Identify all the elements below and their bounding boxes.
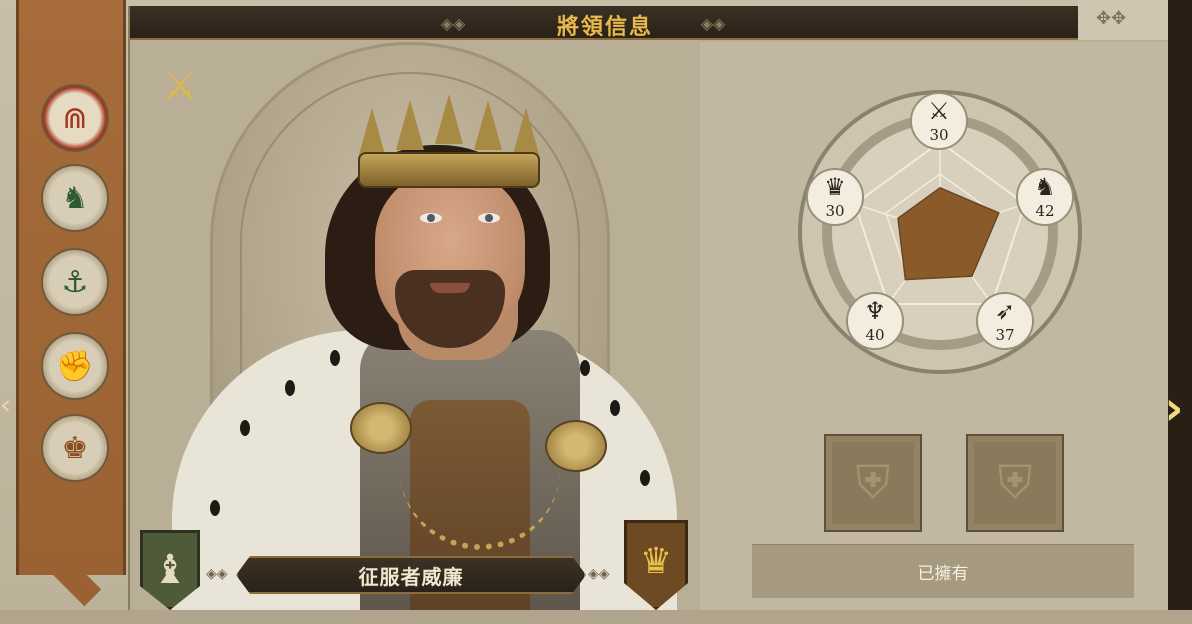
- hero-name: 征服者威廉: [358, 565, 464, 589]
- brooch-left: [350, 402, 412, 454]
- stat-attack-value: 30: [929, 126, 949, 144]
- crown-point: [435, 94, 463, 144]
- knight-horse-icon: ♞: [61, 180, 89, 216]
- robe-spot: [610, 400, 620, 416]
- knight-icon: ♞: [1034, 173, 1056, 201]
- shield-sword-icon: ⛨: [997, 455, 1033, 509]
- title-bar: ◈◈ 將領信息 ◈◈: [130, 6, 1080, 40]
- stat-leadership[interactable]: ♛ 30: [806, 168, 864, 226]
- stat-archery-value: 37: [995, 326, 1015, 344]
- frame-bottom-edge: [0, 610, 1192, 624]
- mouth: [430, 283, 470, 293]
- sidebar-item-economy[interactable]: ♚: [41, 414, 109, 482]
- robe-spot: [330, 350, 340, 366]
- hand-money-icon: ♚: [61, 430, 89, 466]
- eye-left: [420, 213, 442, 223]
- ornament-right-icon: ◈◈: [588, 566, 610, 582]
- sidebar-item-navy[interactable]: ⚓: [41, 248, 109, 316]
- prev-general-arrow-icon[interactable]: ‹: [0, 388, 14, 428]
- robe-spot: [285, 380, 295, 396]
- next-general-arrow-icon[interactable]: ›: [1156, 372, 1192, 444]
- robe-spot: [580, 360, 590, 376]
- owned-status-button[interactable]: 已擁有: [752, 544, 1134, 598]
- equipment-slot-2[interactable]: ⛨: [966, 434, 1064, 532]
- game-screen: ◈◈ 將領信息 ◈◈ ✥✥ ⋒ ♞ ⚓ ✊ ♚ ⚔ ◈◈ ◈◈ 征服者威廉 ♝ …: [0, 0, 1192, 624]
- stat-cavalry-value: 42: [1035, 202, 1055, 220]
- page-title: 將領信息: [556, 14, 653, 40]
- ornament-left-icon: ◈◈: [206, 566, 228, 582]
- crown: [358, 94, 540, 188]
- stat-defense-value: 40: [865, 326, 885, 344]
- bow-icon: ➶: [994, 297, 1016, 325]
- robe-spot: [640, 470, 650, 486]
- sidebar-item-magnet[interactable]: ⋒: [41, 84, 109, 152]
- eye-right: [478, 213, 500, 223]
- swords-icon: ⚔: [928, 97, 950, 125]
- stat-cavalry[interactable]: ♞ 42: [1016, 168, 1074, 226]
- robe-spot: [210, 500, 220, 516]
- crown-icon: ♛: [824, 173, 846, 201]
- ornament-right-icon: ◈◈: [700, 14, 726, 33]
- radar-value-shape: [897, 186, 1000, 281]
- stat-defense[interactable]: ♆ 40: [846, 292, 904, 350]
- sidebar: ⋒ ♞ ⚓ ✊ ♚: [16, 0, 126, 575]
- owned-status-label: 已擁有: [917, 564, 969, 584]
- anchor-icon: ⚓: [61, 264, 89, 300]
- crossed-swords-shield-icon: ⚔: [162, 63, 198, 109]
- crown-point: [512, 108, 540, 158]
- crown-band: [358, 152, 540, 188]
- corner-ornament: ✥✥: [1078, 0, 1178, 40]
- crown-point: [396, 100, 424, 150]
- brooch-right: [545, 420, 607, 472]
- stat-leadership-value: 30: [825, 202, 845, 220]
- fist-icon: ✊: [56, 348, 94, 384]
- frame-right-edge: [1168, 0, 1192, 624]
- stat-attack[interactable]: ⚔ 30: [910, 92, 968, 150]
- equipment-slot-1[interactable]: ⛨: [824, 434, 922, 532]
- sidebar-item-cavalry[interactable]: ♞: [41, 164, 109, 232]
- crown-point: [474, 100, 502, 150]
- crown-point: [358, 108, 386, 158]
- eagle-icon: ♆: [864, 297, 886, 325]
- robe-spot: [240, 420, 250, 436]
- shield-sword-icon: ⛨: [855, 455, 891, 509]
- magnet-icon: ⋒: [62, 100, 88, 136]
- knot-icon: ✥✥: [1096, 8, 1127, 29]
- stat-archery[interactable]: ➶ 37: [976, 292, 1034, 350]
- sidebar-item-strength[interactable]: ✊: [41, 332, 109, 400]
